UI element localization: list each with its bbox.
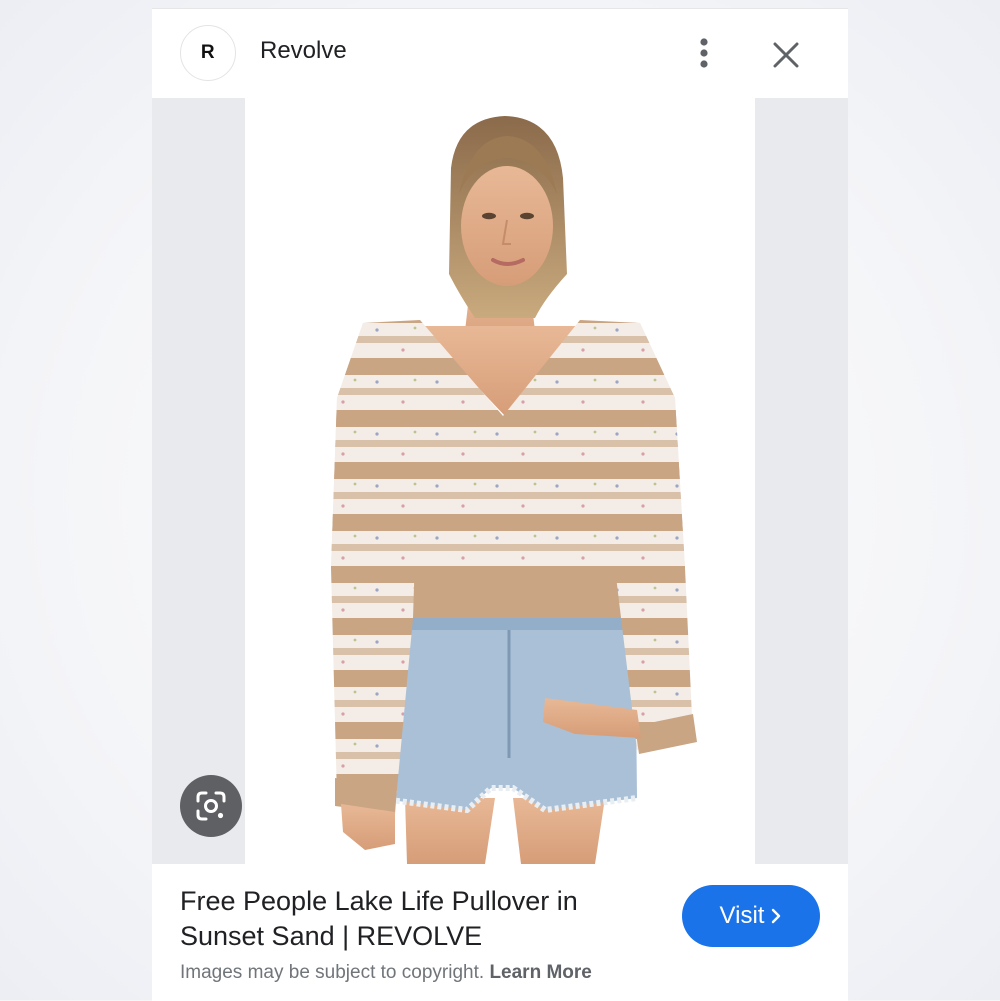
chevron-right-icon — [772, 908, 781, 924]
result-title-line-2: Sunset Sand | REVOLVE — [180, 921, 483, 951]
copyright-text: Images may be subject to copyright. — [180, 962, 485, 983]
more-options-button[interactable] — [686, 35, 722, 71]
visit-button[interactable]: Visit — [682, 885, 820, 947]
site-logo-letter: R — [200, 42, 216, 63]
copyright-notice: Images may be subject to copyright. Lear… — [180, 962, 592, 984]
model-in-striped-sweater-illustration — [331, 116, 697, 864]
product-image[interactable] — [245, 98, 755, 864]
learn-more-link[interactable]: Learn More — [489, 962, 591, 983]
image-preview-card: R Revolve Free People Lake Life Pullover… — [152, 8, 848, 1001]
site-logo[interactable]: R — [180, 25, 236, 81]
more-vert-icon — [700, 38, 708, 68]
close-icon — [773, 42, 799, 68]
preview-header: R Revolve — [152, 9, 848, 97]
result-title[interactable]: Free People Lake Life Pullover in Sunset… — [180, 884, 640, 954]
image-viewer — [152, 98, 848, 864]
site-name[interactable]: Revolve — [260, 37, 347, 65]
lens-search-button[interactable] — [180, 775, 242, 837]
result-title-line-1: Free People Lake Life Pullover in — [180, 886, 578, 916]
visit-button-label: Visit — [719, 902, 765, 929]
close-button[interactable] — [766, 35, 806, 75]
google-lens-icon — [196, 791, 226, 821]
